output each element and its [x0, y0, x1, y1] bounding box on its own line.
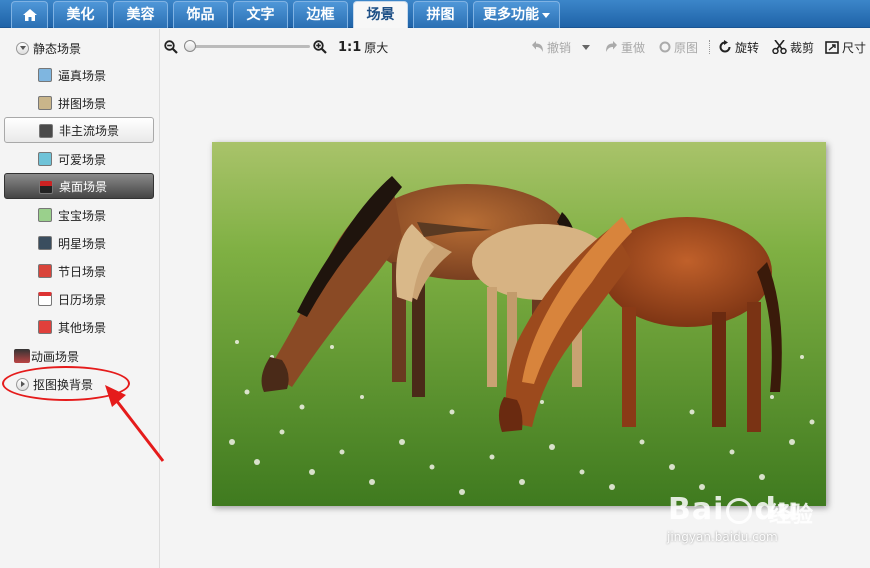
- watermark-brand: Bai: [668, 492, 725, 527]
- sidebar-item-label: 逼真场景: [58, 68, 107, 83]
- sidebar-item-label: 节日场景: [58, 264, 107, 279]
- zoom-out-icon: [164, 40, 178, 54]
- chevron-down-icon: [582, 44, 590, 50]
- sidebar-item-label: 桌面场景: [59, 179, 108, 194]
- redo-icon: [606, 41, 617, 52]
- original-image-label: 原图: [674, 40, 699, 55]
- resize-label: 尺寸: [842, 40, 867, 55]
- original-image-button[interactable]: 原图: [659, 38, 698, 56]
- group-animated-scenes-label: 动画场景: [31, 349, 80, 364]
- tab-more-features-label: 更多功能: [483, 7, 539, 23]
- chevron-down-icon: [542, 12, 550, 18]
- tab-home[interactable]: [11, 1, 48, 28]
- crop-label: 裁剪: [790, 40, 815, 55]
- collapse-icon: [16, 41, 29, 55]
- resize-button[interactable]: 尺寸: [825, 38, 866, 56]
- heart-icon: [38, 320, 52, 334]
- tab-collage[interactable]: 拼图: [413, 1, 468, 28]
- tab-beauty[interactable]: 美容: [113, 1, 168, 28]
- undo-dropdown[interactable]: [582, 38, 590, 56]
- rotate-button[interactable]: 旋转: [718, 38, 759, 56]
- circle-icon: [659, 41, 671, 53]
- sidebar-item-label: 宝宝场景: [58, 208, 107, 223]
- rotate-label: 旋转: [735, 40, 760, 55]
- zoom-slider[interactable]: [184, 45, 310, 48]
- horses-photo-image: [212, 142, 826, 506]
- sidebar-item-alternative[interactable]: 非主流场景: [4, 117, 154, 143]
- scene-thumb-icon: [38, 264, 52, 278]
- sidebar-item-cute[interactable]: 可爱场景: [4, 146, 154, 172]
- sidebar-item-other[interactable]: 其他场景: [4, 314, 154, 340]
- zoom-out-button[interactable]: [164, 38, 178, 56]
- sidebar-item-collage[interactable]: 拼图场景: [4, 90, 154, 116]
- toolbar-divider: [709, 40, 710, 54]
- scissors-icon: [772, 40, 787, 54]
- home-icon: [22, 9, 37, 21]
- tab-beautify[interactable]: 美化: [53, 1, 108, 28]
- tab-more-features[interactable]: 更多功能: [473, 1, 560, 28]
- sidebar-item-celebrity[interactable]: 明星场景: [4, 230, 154, 256]
- desktop-thumb-icon: [39, 180, 53, 194]
- resize-icon: [825, 40, 839, 54]
- sidebar-item-label: 非主流场景: [59, 123, 120, 138]
- scene-thumb-icon: [39, 124, 53, 138]
- calendar-icon: [38, 292, 52, 306]
- top-tab-bar: 美化 美容 饰品 文字 边框 场景 拼图 更多功能: [0, 0, 870, 28]
- scene-thumb-icon: [38, 208, 52, 222]
- original-size-label: 原大: [364, 40, 389, 55]
- sidebar-item-label: 其他场景: [58, 320, 107, 335]
- group-static-scenes-label: 静态场景: [33, 41, 82, 56]
- original-size-button[interactable]: 1:1 原大: [338, 38, 388, 56]
- collage-thumb-icon: [38, 96, 52, 110]
- sidebar-item-label: 日历场景: [58, 292, 107, 307]
- undo-button[interactable]: 撤销: [531, 38, 571, 56]
- sidebar-item-label: 明星场景: [58, 236, 107, 251]
- tab-scene[interactable]: 场景: [353, 1, 408, 28]
- watermark-cn: 经验: [769, 503, 814, 528]
- redo-label: 重做: [621, 40, 646, 55]
- paw-icon: [726, 497, 753, 524]
- undo-icon: [532, 41, 543, 52]
- tab-accessories[interactable]: 饰品: [173, 1, 228, 28]
- tab-frame[interactable]: 边框: [293, 1, 348, 28]
- undo-label: 撤销: [547, 40, 572, 55]
- tab-text[interactable]: 文字: [233, 1, 288, 28]
- sidebar-item-label: 拼图场景: [58, 96, 107, 111]
- animation-thumb-icon: [14, 349, 30, 363]
- zoom-slider-handle[interactable]: [184, 40, 196, 52]
- redo-button[interactable]: 重做: [605, 38, 645, 56]
- zoom-ratio: 1:1: [338, 39, 362, 55]
- zoom-in-button[interactable]: [313, 38, 327, 56]
- annotation-arrow-icon: [105, 385, 165, 462]
- sidebar-item-label: 可爱场景: [58, 152, 107, 167]
- crop-button[interactable]: 裁剪: [772, 38, 814, 56]
- sidebar-item-calendar[interactable]: 日历场景: [4, 286, 154, 312]
- photo-canvas[interactable]: [212, 142, 826, 506]
- sidebar-item-baby[interactable]: 宝宝场景: [4, 202, 154, 228]
- rotate-icon: [719, 40, 731, 53]
- sidebar-item-desktop[interactable]: 桌面场景: [4, 173, 154, 199]
- zoom-in-icon: [313, 40, 327, 54]
- group-static-scenes[interactable]: 静态场景: [16, 38, 81, 58]
- watermark-url: jingyan.baidu.com: [667, 530, 778, 544]
- scene-thumb-icon: [38, 236, 52, 250]
- sidebar-item-realistic[interactable]: 逼真场景: [4, 62, 154, 88]
- sidebar-item-festival[interactable]: 节日场景: [4, 258, 154, 284]
- group-animated-scenes[interactable]: 动画场景: [14, 346, 79, 366]
- scene-thumb-icon: [38, 152, 52, 166]
- scene-thumb-icon: [38, 68, 52, 82]
